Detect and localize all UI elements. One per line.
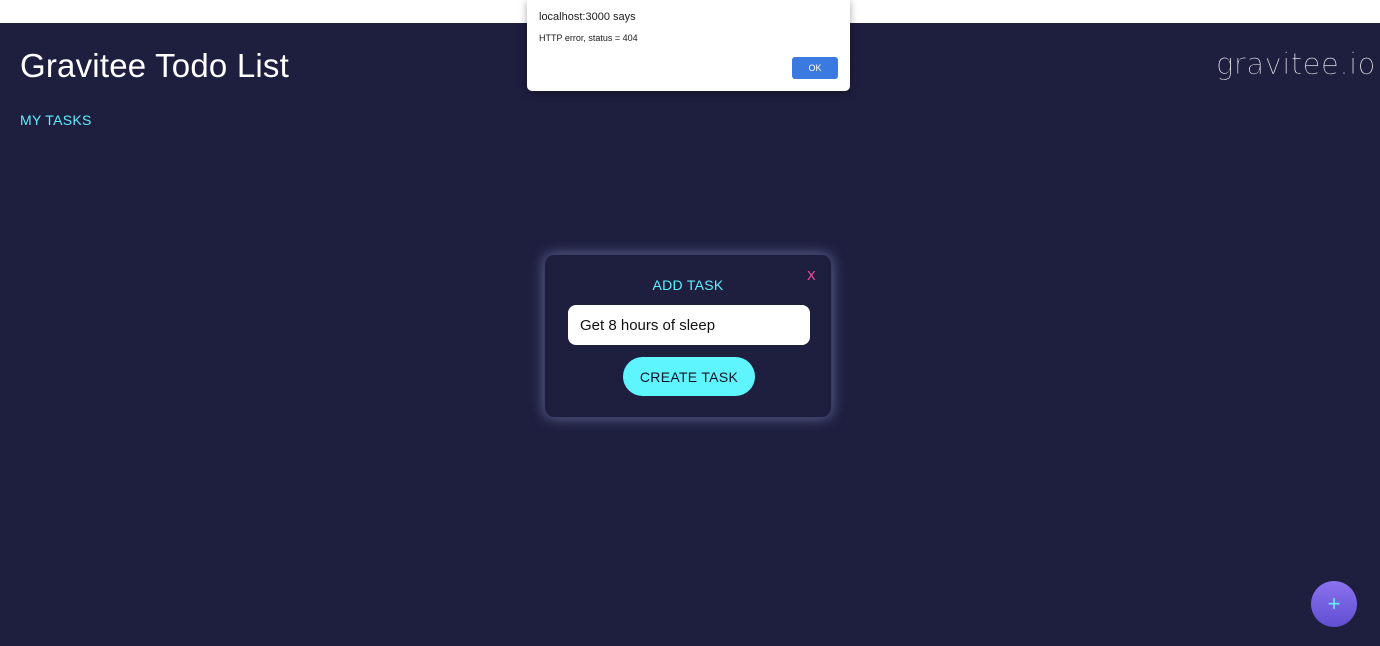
gravitee-logo: gravitee.io (1216, 47, 1376, 82)
page-title: Gravitee Todo List (20, 47, 289, 84)
create-task-button[interactable]: CREATE TASK (623, 357, 755, 396)
browser-alert-dialog: localhost:3000 says HTTP error, status =… (527, 0, 850, 91)
modal-title: ADD TASK (652, 277, 724, 293)
app-container: Gravitee Todo List gravitee.io MY TASKS … (0, 23, 1380, 646)
task-name-input[interactable] (568, 305, 810, 345)
close-icon[interactable]: X (807, 268, 816, 283)
alert-ok-button[interactable]: OK (792, 57, 838, 79)
add-task-modal: ADD TASK X CREATE TASK (544, 254, 832, 418)
nav-my-tasks-link[interactable]: MY TASKS (20, 112, 92, 128)
plus-icon: + (1327, 591, 1341, 616)
alert-message: HTTP error, status = 404 (539, 33, 638, 43)
add-task-fab[interactable]: + (1311, 581, 1357, 627)
alert-title: localhost:3000 says (539, 11, 636, 23)
